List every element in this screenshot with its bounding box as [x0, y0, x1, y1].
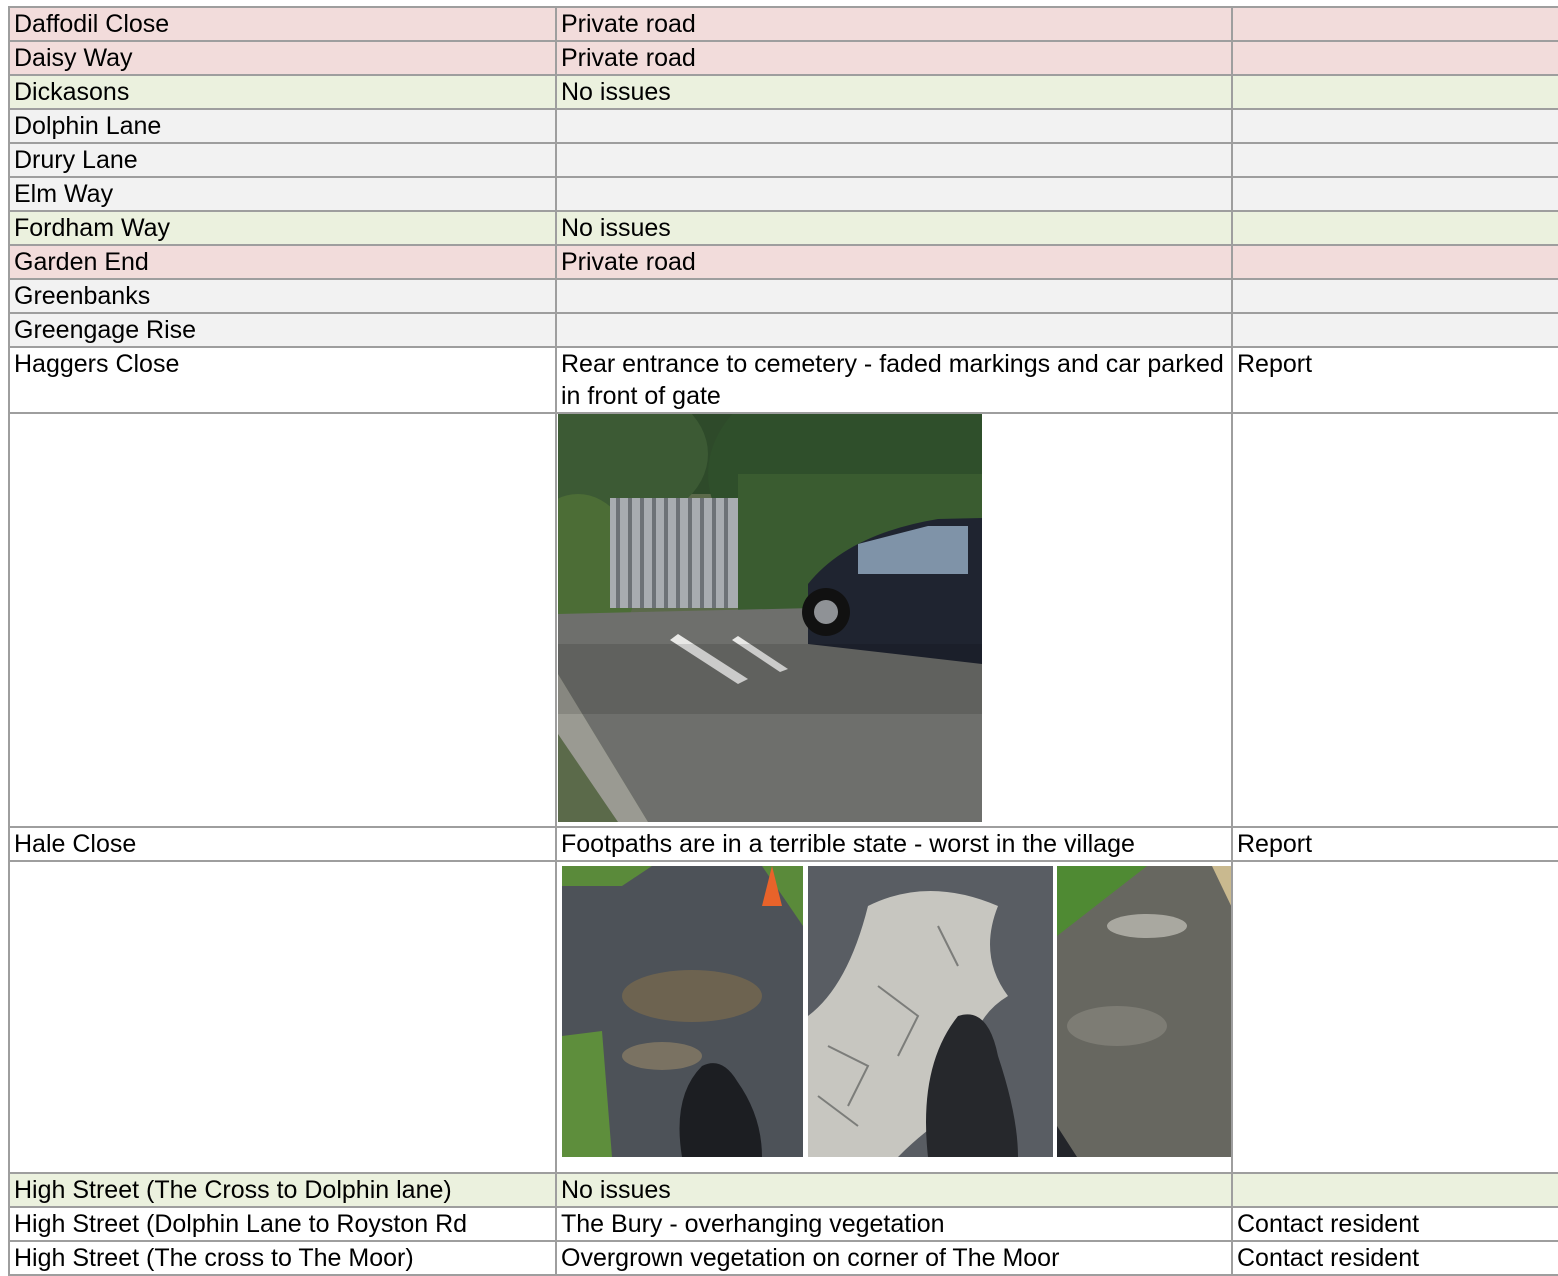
photo-row [8, 412, 1558, 828]
empty-cell[interactable] [1231, 412, 1558, 828]
street-cell[interactable]: High Street (The cross to The Moor) [8, 1240, 557, 1276]
table-row: Drury Lane [8, 142, 1558, 178]
empty-cell[interactable] [1231, 860, 1558, 1174]
table-row: Fordham Way No issues [8, 210, 1558, 246]
status-cell[interactable] [555, 278, 1233, 314]
table-row: High Street (Dolphin Lane to Royston Rd … [8, 1206, 1558, 1242]
action-cell[interactable]: Contact resident [1231, 1206, 1558, 1242]
photo-cell[interactable] [555, 860, 1233, 1174]
table-row: Daffodil Close Private road [8, 6, 1558, 42]
street-cell[interactable]: High Street (Dolphin Lane to Royston Rd [8, 1206, 557, 1242]
status-cell[interactable]: Private road [555, 40, 1233, 76]
status-cell[interactable] [555, 176, 1233, 212]
status-cell[interactable]: No issues [555, 74, 1233, 110]
action-cell[interactable] [1231, 244, 1558, 280]
status-cell[interactable]: Private road [555, 244, 1233, 280]
street-cell[interactable]: Drury Lane [8, 142, 557, 178]
footpath-photo-2 [808, 866, 1053, 1157]
street-cell[interactable]: Garden End [8, 244, 557, 280]
street-cell[interactable]: Greenbanks [8, 278, 557, 314]
street-cell[interactable]: Elm Way [8, 176, 557, 212]
action-cell[interactable]: Report [1231, 826, 1558, 862]
action-cell[interactable] [1231, 6, 1558, 42]
status-cell[interactable]: No issues [555, 210, 1233, 246]
street-cell[interactable]: High Street (The Cross to Dolphin lane) [8, 1172, 557, 1208]
empty-cell[interactable] [8, 860, 557, 1174]
photo-row [8, 860, 1558, 1174]
status-cell[interactable]: Footpaths are in a terrible state - wors… [555, 826, 1233, 862]
action-cell[interactable] [1231, 40, 1558, 76]
action-cell[interactable] [1231, 210, 1558, 246]
street-cell[interactable]: Dolphin Lane [8, 108, 557, 144]
action-cell[interactable] [1231, 142, 1558, 178]
action-cell[interactable]: Contact resident [1231, 1240, 1558, 1276]
action-cell[interactable]: Report [1231, 346, 1558, 414]
action-cell[interactable] [1231, 278, 1558, 314]
street-cell[interactable]: Hale Close [8, 826, 557, 862]
street-cell[interactable]: Daisy Way [8, 40, 557, 76]
footpath-photo-3 [1057, 866, 1230, 1157]
street-cell[interactable]: Greengage Rise [8, 312, 557, 348]
street-cell[interactable]: Haggers Close [8, 346, 557, 414]
street-cell[interactable]: Daffodil Close [8, 6, 557, 42]
status-cell[interactable]: No issues [555, 1172, 1233, 1208]
action-cell[interactable] [1231, 176, 1558, 212]
table-row: High Street (The Cross to Dolphin lane) … [8, 1172, 1558, 1208]
table-row: Dolphin Lane [8, 108, 1558, 144]
street-cell[interactable]: Fordham Way [8, 210, 557, 246]
status-cell[interactable]: The Bury - overhanging vegetation [555, 1206, 1233, 1242]
table-row: Garden End Private road [8, 244, 1558, 280]
road-survey-table: Daffodil Close Private road Daisy Way Pr… [8, 6, 1558, 1276]
status-cell[interactable]: Rear entrance to cemetery - faded markin… [555, 346, 1233, 414]
table-row: Greenbanks [8, 278, 1558, 314]
table-row: Haggers Close Rear entrance to cemetery … [8, 346, 1558, 414]
action-cell[interactable] [1231, 74, 1558, 110]
empty-cell[interactable] [8, 412, 557, 828]
table-row: Dickasons No issues [8, 74, 1558, 110]
status-cell[interactable]: Overgrown vegetation on corner of The Mo… [555, 1240, 1233, 1276]
street-cell[interactable]: Dickasons [8, 74, 557, 110]
cemetery-gate-photo [558, 415, 982, 822]
table-row: Daisy Way Private road [8, 40, 1558, 76]
action-cell[interactable] [1231, 312, 1558, 348]
table-row: Greengage Rise [8, 312, 1558, 348]
status-cell[interactable] [555, 312, 1233, 348]
table-row: Elm Way [8, 176, 1558, 212]
footpath-photo-1 [562, 866, 803, 1157]
status-cell[interactable] [555, 108, 1233, 144]
table-row: High Street (The cross to The Moor) Over… [8, 1240, 1558, 1276]
action-cell[interactable] [1231, 1172, 1558, 1208]
status-cell[interactable]: Private road [555, 6, 1233, 42]
table-row: Hale Close Footpaths are in a terrible s… [8, 826, 1558, 862]
status-cell[interactable] [555, 142, 1233, 178]
photo-cell[interactable] [555, 412, 1233, 828]
action-cell[interactable] [1231, 108, 1558, 144]
